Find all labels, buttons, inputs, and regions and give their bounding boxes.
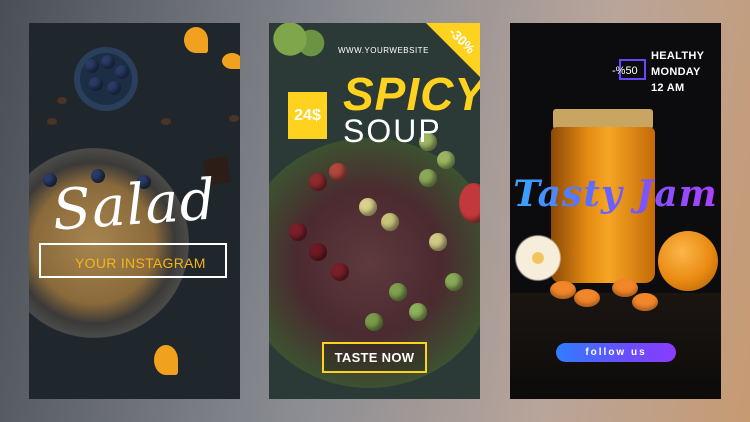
blueberry — [85, 59, 99, 73]
info-line: MONDAY — [651, 66, 701, 78]
jar-lid-image — [553, 109, 653, 129]
orange-slice-image — [184, 27, 208, 53]
grape — [309, 173, 327, 191]
salad-story-card: Salad YOUR INSTAGRAM — [29, 23, 240, 399]
card-title: Salad — [50, 167, 219, 244]
card-subtitle: SOUP — [343, 113, 442, 149]
taste-now-button[interactable]: TASTE NOW — [322, 342, 427, 373]
orange-slice-image — [154, 345, 178, 375]
blueberry — [107, 81, 121, 95]
card-title: SPICY — [343, 68, 480, 120]
orange-slice-image — [222, 53, 240, 69]
grape — [437, 151, 455, 169]
orange-segment — [632, 293, 658, 311]
orange-segment — [574, 289, 600, 307]
follow-us-button[interactable]: follow us — [556, 343, 676, 362]
olive — [389, 283, 407, 301]
grape — [419, 169, 437, 187]
flower-image — [510, 233, 568, 283]
info-line: HEALTHY — [651, 50, 705, 62]
card-title: Tasty Jam — [510, 173, 721, 215]
broccoli — [429, 233, 447, 251]
coffee-bean — [57, 97, 67, 104]
coffee-bean — [161, 118, 171, 125]
blueberry — [101, 55, 115, 69]
blueberry — [115, 65, 129, 79]
blueberry — [89, 77, 103, 91]
coffee-bean — [229, 115, 239, 122]
olive — [409, 303, 427, 321]
olive — [445, 273, 463, 291]
tasty-jam-story-card: -%50 HEALTHY MONDAY 12 AM Tasty Jam foll… — [510, 23, 721, 399]
coffee-bean — [47, 118, 57, 125]
orange-image — [658, 231, 718, 291]
instagram-label[interactable]: YOUR INSTAGRAM — [75, 255, 206, 271]
broccoli — [359, 198, 377, 216]
grape — [329, 163, 347, 181]
info-line: 12 AM — [651, 82, 685, 94]
price-badge: 24$ — [288, 92, 327, 139]
grape — [289, 223, 307, 241]
website-label[interactable]: WWW.YOURWEBSITE — [338, 46, 429, 55]
grape — [309, 243, 327, 261]
discount-text: -%50 — [612, 65, 638, 77]
orange-segment — [550, 281, 576, 299]
olive — [365, 313, 383, 331]
herb-garnish-image — [269, 23, 339, 63]
grape — [331, 263, 349, 281]
event-info: HEALTHY MONDAY 12 AM — [651, 48, 704, 96]
spicy-soup-story-card: WWW.YOURWEBSITE -30% 24$ SPICY SOUP TAST… — [269, 23, 480, 399]
orange-segment — [612, 279, 638, 297]
broccoli — [381, 213, 399, 231]
